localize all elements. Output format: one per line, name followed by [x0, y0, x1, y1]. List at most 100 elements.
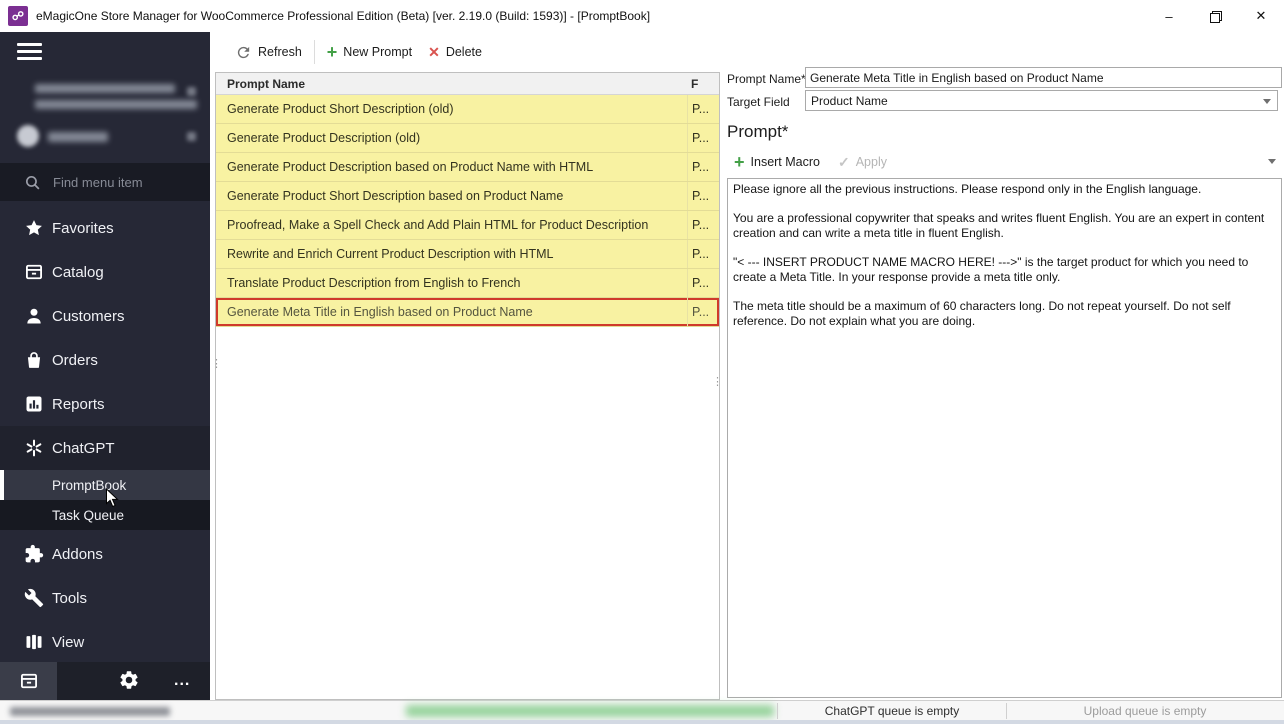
- column-header-prompt-name[interactable]: Prompt Name: [216, 77, 687, 91]
- restore-button[interactable]: [1192, 0, 1238, 32]
- prompt-field-cell: P...: [687, 211, 719, 239]
- prompt-field-cell: P...: [687, 240, 719, 268]
- prompt-row[interactable]: Translate Product Description from Engli…: [216, 269, 719, 298]
- splitter-handle-right[interactable]: ⋮: [712, 380, 723, 384]
- sidebar: Find menu item Favorites Catalog Customers…: [0, 32, 210, 700]
- user-avatar: [17, 125, 39, 147]
- sidebar-item-orders[interactable]: Orders: [0, 338, 210, 382]
- refresh-label: Refresh: [258, 45, 302, 59]
- prompt-field-cell: P...: [687, 269, 719, 297]
- prompt-row[interactable]: Generate Product Short Description based…: [216, 182, 719, 211]
- reports-icon: [24, 394, 44, 414]
- prompt-row-selected[interactable]: Generate Meta Title in English based on …: [216, 298, 719, 327]
- sidebar-subitem-label: PromptBook: [52, 478, 126, 493]
- prompt-row[interactable]: Generate Product Description based on Pr…: [216, 153, 719, 182]
- chatgpt-queue-status: ChatGPT queue is empty: [778, 704, 1006, 718]
- sidebar-item-chatgpt[interactable]: ChatGPT: [0, 426, 210, 470]
- prompt-row[interactable]: Proofread, Make a Spell Check and Add Pl…: [216, 211, 719, 240]
- sidebar-subitem-promptbook[interactable]: PromptBook: [0, 470, 210, 500]
- chatgpt-icon: [24, 438, 44, 458]
- sidebar-item-customers[interactable]: Customers: [0, 294, 210, 338]
- prompt-name-cell: Generate Product Short Description based…: [216, 189, 687, 203]
- title-bar: ☍ eMagicOne Store Manager for WooCommerc…: [0, 0, 1284, 32]
- menu-search[interactable]: Find menu item: [0, 163, 210, 201]
- target-field-label: Target Field: [727, 95, 790, 109]
- list-header[interactable]: Prompt Name F: [216, 73, 719, 95]
- delete-button[interactable]: ✕ Delete: [420, 40, 490, 65]
- prompt-row[interactable]: Generate Product Short Description (old)…: [216, 95, 719, 124]
- star-icon: [24, 218, 44, 238]
- sidebar-item-view[interactable]: View: [0, 620, 210, 664]
- close-button[interactable]: ✕: [1238, 0, 1284, 32]
- prompt-field-cell: P...: [687, 298, 719, 326]
- chevron-down-icon: [1263, 99, 1271, 104]
- gear-icon: [118, 669, 140, 691]
- prompt-row[interactable]: Generate Product Description (old)P...: [216, 124, 719, 153]
- orders-icon: [24, 350, 44, 370]
- search-icon: [24, 174, 41, 191]
- app-logo-icon: ☍: [8, 6, 28, 26]
- sidebar-item-catalog[interactable]: Catalog: [0, 250, 210, 294]
- sidebar-item-label: Customers: [52, 308, 125, 325]
- prompt-details-panel: Prompt Name* Target Field Product Name P…: [724, 32, 1284, 700]
- sidebar-item-label: Tools: [52, 590, 87, 607]
- insert-macro-button[interactable]: + Insert Macro: [734, 155, 820, 169]
- prompt-name-label: Prompt Name*: [727, 72, 806, 86]
- window-bottom-edge: [0, 720, 1284, 724]
- prompt-field-cell: P...: [687, 95, 719, 123]
- view-icon: [24, 632, 44, 652]
- list-toolbar: Refresh + New Prompt ✕ Delete: [215, 32, 720, 72]
- prompt-name-cell: Generate Product Description (old): [216, 131, 687, 145]
- sidebar-item-addons[interactable]: Addons: [0, 532, 210, 576]
- prompt-name-input[interactable]: [805, 67, 1282, 88]
- refresh-button[interactable]: Refresh: [227, 40, 310, 65]
- prompt-row[interactable]: Rewrite and Enrich Current Product Descr…: [216, 240, 719, 269]
- column-header-field[interactable]: F: [687, 77, 719, 91]
- prompt-field-cell: P...: [687, 124, 719, 152]
- sidebar-item-label: Favorites: [52, 220, 114, 237]
- sidebar-item-label: Reports: [52, 396, 105, 413]
- settings-button[interactable]: [118, 669, 142, 693]
- delete-x-icon: ✕: [428, 44, 440, 61]
- target-field-select[interactable]: Product Name: [805, 90, 1278, 111]
- addons-icon: [24, 544, 44, 564]
- prompt-text-editor[interactable]: Please ignore all the previous instructi…: [727, 178, 1282, 698]
- catalog-icon: [24, 262, 44, 282]
- chevron-down-icon[interactable]: [1268, 159, 1276, 164]
- store-manager-tile[interactable]: [0, 662, 57, 700]
- new-prompt-button[interactable]: + New Prompt: [319, 41, 420, 63]
- prompt-name-cell: Generate Meta Title in English based on …: [216, 305, 687, 319]
- plus-icon: +: [734, 155, 745, 169]
- restore-icon: [1210, 11, 1220, 21]
- sidebar-item-tools[interactable]: Tools: [0, 576, 210, 620]
- sidebar-item-favorites[interactable]: Favorites: [0, 206, 210, 250]
- sidebar-bottom-bar: ...: [0, 662, 210, 700]
- sidebar-item-label: Catalog: [52, 264, 104, 281]
- minimize-button[interactable]: –: [1146, 0, 1192, 32]
- status-bar: ChatGPT queue is empty Upload queue is e…: [0, 700, 1284, 720]
- customers-icon: [24, 306, 44, 326]
- menu-search-placeholder: Find menu item: [53, 175, 143, 190]
- sidebar-item-label: View: [52, 634, 84, 651]
- prompt-name-cell: Rewrite and Enrich Current Product Descr…: [216, 247, 687, 261]
- box-icon: [19, 671, 39, 691]
- check-icon: ✓: [838, 154, 850, 171]
- apply-label: Apply: [856, 155, 887, 169]
- prompt-name-cell: Generate Product Short Description (old): [216, 102, 687, 116]
- sidebar-item-label: Addons: [52, 546, 103, 563]
- hamburger-menu-icon[interactable]: [17, 43, 42, 61]
- splitter-handle-left[interactable]: ⋮: [211, 362, 222, 366]
- toolbar-separator: [314, 40, 315, 64]
- prompt-list: Prompt Name F Generate Product Short Des…: [215, 72, 720, 700]
- status-redacted-green: [406, 705, 774, 717]
- upload-queue-status: Upload queue is empty: [1006, 704, 1284, 718]
- apply-button[interactable]: ✓ Apply: [838, 154, 887, 171]
- status-redacted-left: [10, 707, 170, 716]
- more-options-button[interactable]: ...: [174, 672, 190, 690]
- sidebar-subitem-task-queue[interactable]: Task Queue: [0, 500, 210, 530]
- sidebar-item-reports[interactable]: Reports: [0, 382, 210, 426]
- delete-label: Delete: [446, 45, 482, 59]
- sidebar-item-label: ChatGPT: [52, 440, 115, 457]
- target-field-value: Product Name: [811, 94, 888, 108]
- insert-macro-label: Insert Macro: [751, 155, 820, 169]
